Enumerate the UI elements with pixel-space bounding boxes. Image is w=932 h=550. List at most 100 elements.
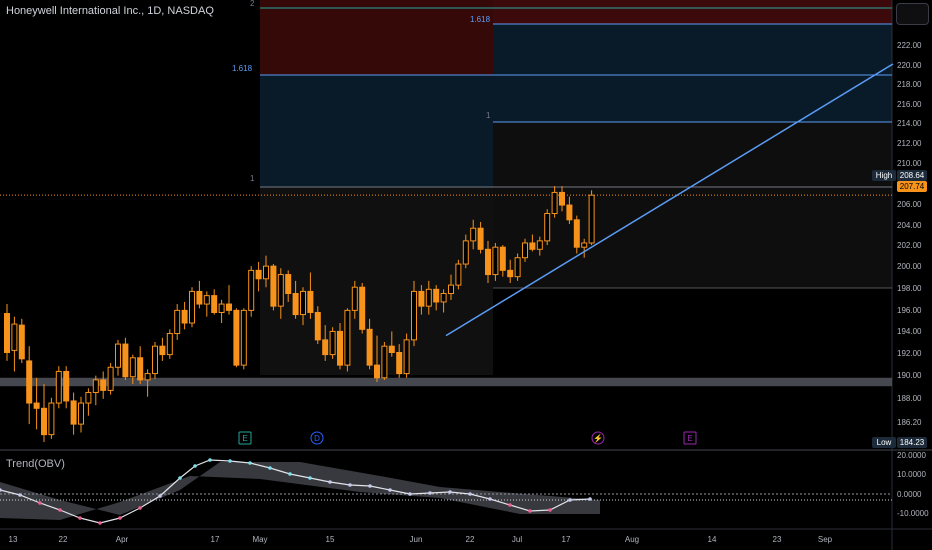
candle — [337, 330, 343, 366]
osc-tick-label: 20.0000 — [897, 451, 926, 460]
candle — [462, 240, 469, 265]
candle — [181, 309, 188, 324]
chart-root: 2 1.618 1 1.618 1 222.00 220.00 218.00 216.00 214… — [0, 0, 932, 550]
indicator-label[interactable]: Trend(OBV) — [6, 458, 65, 470]
obv-point — [58, 508, 62, 512]
candle — [573, 219, 580, 248]
obv-point — [38, 501, 42, 505]
candle — [470, 227, 477, 242]
candle — [492, 246, 499, 276]
obv-point — [468, 492, 472, 496]
candle — [152, 345, 158, 375]
high-value-badge: 208.64 — [897, 170, 927, 181]
price-tick-label: 214.00 — [897, 119, 922, 128]
candle — [418, 290, 425, 307]
candle — [477, 227, 484, 250]
candle — [255, 269, 262, 280]
candle — [115, 343, 121, 368]
obv-band — [0, 462, 600, 520]
candle — [174, 309, 181, 335]
price-tick-label: 192.00 — [897, 349, 922, 358]
candle — [411, 290, 417, 341]
candle — [425, 288, 432, 307]
candle — [403, 339, 410, 375]
candle — [588, 194, 595, 244]
candle — [248, 269, 255, 311]
candle — [455, 263, 462, 286]
event-marker-label[interactable]: ⚡ — [593, 433, 603, 443]
candle — [507, 269, 514, 278]
obv-point — [548, 508, 552, 512]
price-tick-label: 186.20 — [897, 418, 922, 427]
symbol-title[interactable]: Honeywell International Inc., 1D, NASDAQ — [6, 5, 214, 17]
candle — [344, 309, 351, 366]
obv-point — [248, 461, 252, 465]
candle — [433, 288, 440, 303]
price-tick-label: 212.00 — [897, 139, 922, 148]
price-tick-label: 218.00 — [897, 80, 922, 89]
price-tick-label: 204.00 — [897, 221, 922, 230]
candle — [388, 345, 395, 353]
price-tick-label: 210.00 — [897, 159, 922, 168]
candle — [92, 379, 99, 394]
price-tick-label: 216.00 — [897, 100, 922, 109]
obv-point — [488, 497, 492, 501]
candle — [100, 379, 107, 391]
price-tick-label: 194.00 — [897, 327, 922, 336]
candle — [314, 311, 321, 341]
candle — [233, 309, 240, 366]
candle — [396, 351, 403, 375]
event-marker: E — [238, 431, 252, 445]
menu-button[interactable] — [896, 3, 929, 25]
candle — [359, 286, 366, 330]
event-marker-label[interactable]: E — [687, 434, 692, 443]
obv-point — [368, 484, 372, 488]
candle — [203, 295, 210, 305]
candle — [448, 284, 454, 295]
time-tick-label: Jul — [512, 535, 522, 544]
obv-point — [288, 472, 292, 476]
candle — [70, 400, 77, 425]
high-tag: High — [872, 170, 896, 181]
price-tick-label: 190.00 — [897, 371, 922, 380]
candle — [18, 324, 25, 360]
candle — [226, 303, 232, 311]
candle — [85, 392, 92, 404]
obv-point — [78, 516, 82, 520]
candle — [33, 402, 40, 409]
fib-label-1-left: 1 — [250, 174, 255, 183]
fib-zone-blue-right — [493, 24, 892, 122]
event-marker-label[interactable]: D — [314, 434, 320, 443]
obv-point — [98, 521, 102, 525]
candle — [536, 240, 543, 250]
candle — [440, 293, 447, 303]
candle — [329, 330, 336, 356]
obv-point — [118, 516, 122, 520]
last-price-badge: 207.74 — [897, 181, 927, 192]
candle — [292, 293, 299, 316]
candle — [559, 191, 565, 206]
candle — [322, 339, 329, 356]
obv-point — [308, 476, 312, 480]
candle — [485, 248, 491, 276]
candle — [166, 333, 173, 356]
obv-point — [158, 494, 162, 498]
fib-zone-blue-left — [260, 75, 493, 187]
candle — [137, 357, 144, 381]
osc-tick-label: -10.0000 — [897, 509, 929, 518]
chart-canvas[interactable]: 2 1.618 1 1.618 1 222.00 220.00 218.00 216.00 214… — [0, 0, 932, 550]
time-tick-label: 22 — [466, 535, 475, 544]
obv-point — [448, 490, 452, 494]
time-tick-label: Sep — [818, 535, 833, 544]
time-tick-label: 22 — [59, 535, 68, 544]
candle — [218, 303, 225, 313]
event-marker-label[interactable]: E — [242, 434, 247, 443]
obv-point — [138, 506, 142, 510]
candle — [544, 212, 551, 242]
candle — [196, 290, 203, 305]
price-tick-label: 188.00 — [897, 394, 922, 403]
support-zone — [0, 377, 892, 387]
price-tick-label: 198.00 — [897, 284, 922, 293]
time-tick-label: 13 — [9, 535, 18, 544]
time-tick-label: Jun — [410, 535, 423, 544]
